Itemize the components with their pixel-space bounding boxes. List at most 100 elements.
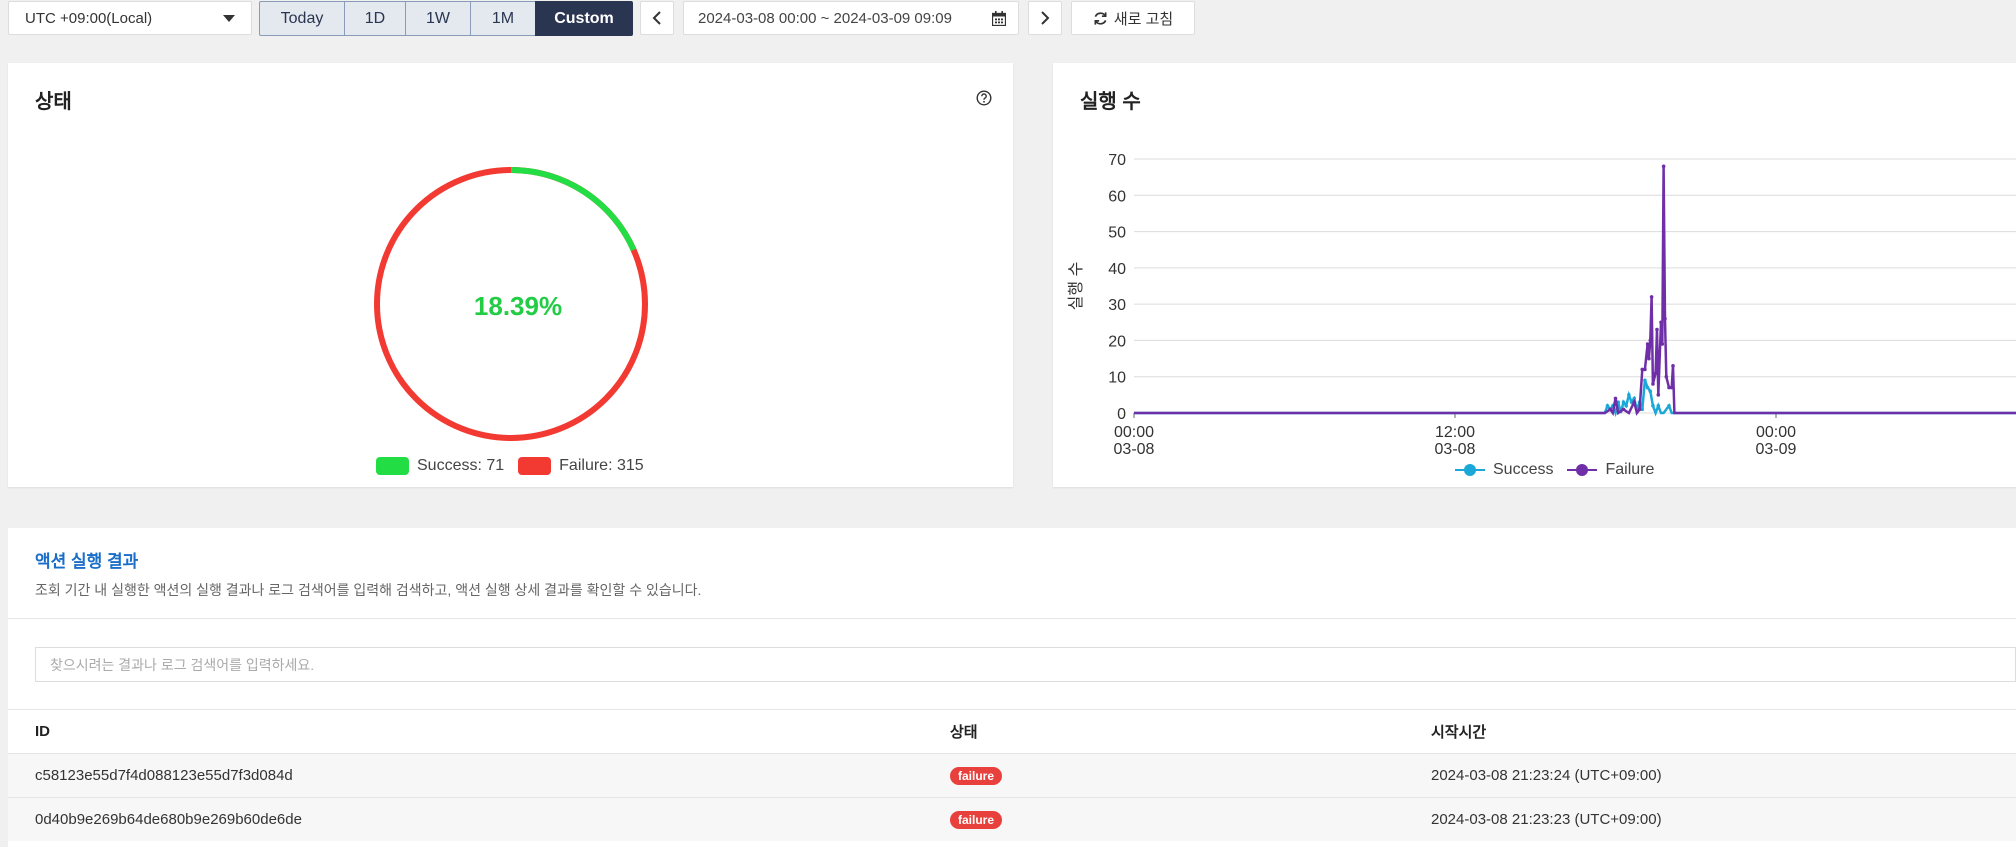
- status-card-title: 상태: [35, 91, 72, 113]
- legend-failure: Failure: 315: [518, 457, 644, 475]
- row-status: failure: [950, 754, 1003, 797]
- y-tick-label: 40: [1108, 261, 1126, 278]
- legend-failure-swatch: [518, 457, 552, 475]
- series-point-failure: [1648, 338, 1653, 343]
- y-tick-label: 50: [1108, 225, 1126, 242]
- range-today-button[interactable]: Today: [259, 1, 345, 36]
- x-tick-label: 03-08: [1435, 441, 1476, 458]
- refresh-label: 새로 고침: [1113, 10, 1174, 28]
- series-point-failure: [1669, 385, 1674, 390]
- series-point-success: [1648, 389, 1653, 394]
- chevron-right-icon: [1041, 11, 1050, 25]
- series-point-failure: [1655, 327, 1659, 332]
- next-range-button[interactable]: [1028, 1, 1062, 35]
- y-tick-label: 70: [1108, 152, 1126, 169]
- series-point-failure: [1660, 342, 1665, 346]
- chevron-left-icon: [652, 11, 661, 25]
- prev-range-button[interactable]: [640, 1, 674, 35]
- y-tick-label: 10: [1108, 370, 1126, 387]
- series-point-failure: [1613, 396, 1618, 401]
- series-point-failure: [1632, 400, 1637, 404]
- series-point-success: [1643, 378, 1647, 383]
- legend-success-label: Success: 71: [417, 457, 505, 474]
- series-point-failure: [1643, 367, 1647, 372]
- legend-line-success: Success: [1455, 461, 1553, 479]
- col-start-header[interactable]: 시작시간: [1431, 710, 1486, 753]
- toolbar: UTC +09:00(Local) Today 1D 1W 1M Custom …: [0, 0, 2016, 38]
- series-point-failure: [1608, 407, 1612, 412]
- range-1m-button[interactable]: 1M: [470, 1, 536, 36]
- y-tick-label: 60: [1108, 188, 1126, 205]
- exec-count-card: 실행 수 0 10 20 30 40 50 60 70 실행 수 00:00 03-08 12:00 0…: [1053, 63, 2016, 487]
- series-point-success: [1621, 400, 1626, 404]
- range-custom-button[interactable]: Custom: [535, 1, 633, 36]
- help-icon[interactable]: [976, 90, 992, 106]
- series-point-failure: [1621, 407, 1626, 412]
- series-point-failure: [1659, 320, 1663, 325]
- series-point-success: [1651, 403, 1655, 408]
- row-id[interactable]: 0d40b9e269b64de680b9e269b60de6de: [35, 798, 302, 841]
- row-start-time: 2024-03-08 21:23:23 (UTC+09:00): [1431, 811, 1662, 828]
- results-title: 액션 실행 결과: [35, 552, 139, 571]
- status-legend: Success: 71 Failure: 315: [376, 457, 658, 475]
- exec-line-chart: 010203040506070실행 수00:0003-0812:0003-080…: [1067, 152, 2016, 458]
- status-badge: failure: [950, 810, 1003, 829]
- x-tick-label: 00:00: [1114, 424, 1154, 441]
- results-search-input[interactable]: [35, 647, 2016, 682]
- legend-line-success-marker: [1455, 464, 1485, 476]
- series-point-success: [1667, 403, 1671, 408]
- range-button-group: Today 1D 1W 1M Custom: [259, 1, 633, 36]
- status-card: 상태 18.39% Success: 71 Failure: 315: [8, 63, 1013, 487]
- series-point-failure: [1649, 295, 1654, 299]
- series-point-success: [1627, 393, 1631, 397]
- donut-success-arc: [510, 167, 637, 252]
- series-point-success: [1624, 403, 1628, 408]
- table-header: ID 상태 시작시간: [8, 709, 2016, 753]
- table-row[interactable]: 0d40b9e269b64de680b9e269b60de6de failure…: [8, 797, 2016, 841]
- date-range-field[interactable]: 2024-03-08 00:00 ~ 2024-03-09 09:09: [683, 1, 1019, 35]
- divider: [8, 618, 2016, 619]
- legend-line-failure-marker: [1567, 464, 1598, 476]
- series-point-failure: [1656, 393, 1661, 397]
- legend-line-failure-label: Failure: [1605, 461, 1655, 478]
- refresh-button[interactable]: 새로 고침: [1071, 1, 1195, 35]
- donut-percentage: 18.39%: [473, 291, 563, 321]
- table-row[interactable]: c58123e55d7f4d088123e55d7f3d084d failure…: [8, 753, 2016, 797]
- series-point-success: [1656, 403, 1661, 408]
- series-line-success: [1134, 379, 2016, 418]
- row-id[interactable]: c58123e55d7f4d088123e55d7f3d084d: [35, 754, 293, 797]
- series-point-success: [1605, 403, 1610, 408]
- series-point-failure: [1663, 316, 1667, 321]
- y-tick-label: 30: [1108, 297, 1126, 314]
- calendar-icon: [992, 11, 1006, 26]
- series-point-failure: [1651, 382, 1655, 386]
- series-point-failure: [1671, 364, 1675, 368]
- y-tick-label: 20: [1108, 333, 1126, 350]
- y-axis-label: 실행 수: [1067, 262, 1085, 311]
- row-start-time: 2024-03-08 21:23:24 (UTC+09:00): [1431, 767, 1662, 784]
- range-1d-button[interactable]: 1D: [344, 1, 406, 36]
- timezone-select[interactable]: UTC +09:00(Local): [8, 1, 252, 35]
- status-badge: failure: [950, 766, 1003, 785]
- legend-failure-label: Failure: 315: [559, 457, 644, 474]
- series-point-failure: [1661, 164, 1666, 169]
- legend-line-failure: Failure: [1567, 461, 1654, 479]
- legend-line-success-label: Success: [1493, 461, 1554, 478]
- refresh-icon: [1094, 11, 1107, 25]
- x-tick-label: 00:00: [1756, 424, 1796, 441]
- legend-success-swatch: [376, 457, 409, 475]
- y-tick-label: 0: [1117, 406, 1126, 423]
- col-id-header[interactable]: ID: [35, 710, 50, 753]
- legend-success: Success: 71: [376, 457, 504, 475]
- timezone-value: UTC +09:00(Local): [25, 9, 153, 27]
- exec-legend: Success Failure: [1455, 461, 1668, 479]
- x-tick-label: 03-08: [1114, 441, 1155, 458]
- series-point-success: [1645, 385, 1650, 390]
- x-tick-label: 03-09: [1756, 441, 1797, 458]
- series-point-failure: [1647, 356, 1651, 361]
- range-1w-button[interactable]: 1W: [405, 1, 471, 36]
- series-line-failure: [1134, 166, 2016, 417]
- series-point-failure: [1637, 407, 1642, 412]
- row-status: failure: [950, 798, 1003, 841]
- col-status-header[interactable]: 상태: [950, 710, 978, 753]
